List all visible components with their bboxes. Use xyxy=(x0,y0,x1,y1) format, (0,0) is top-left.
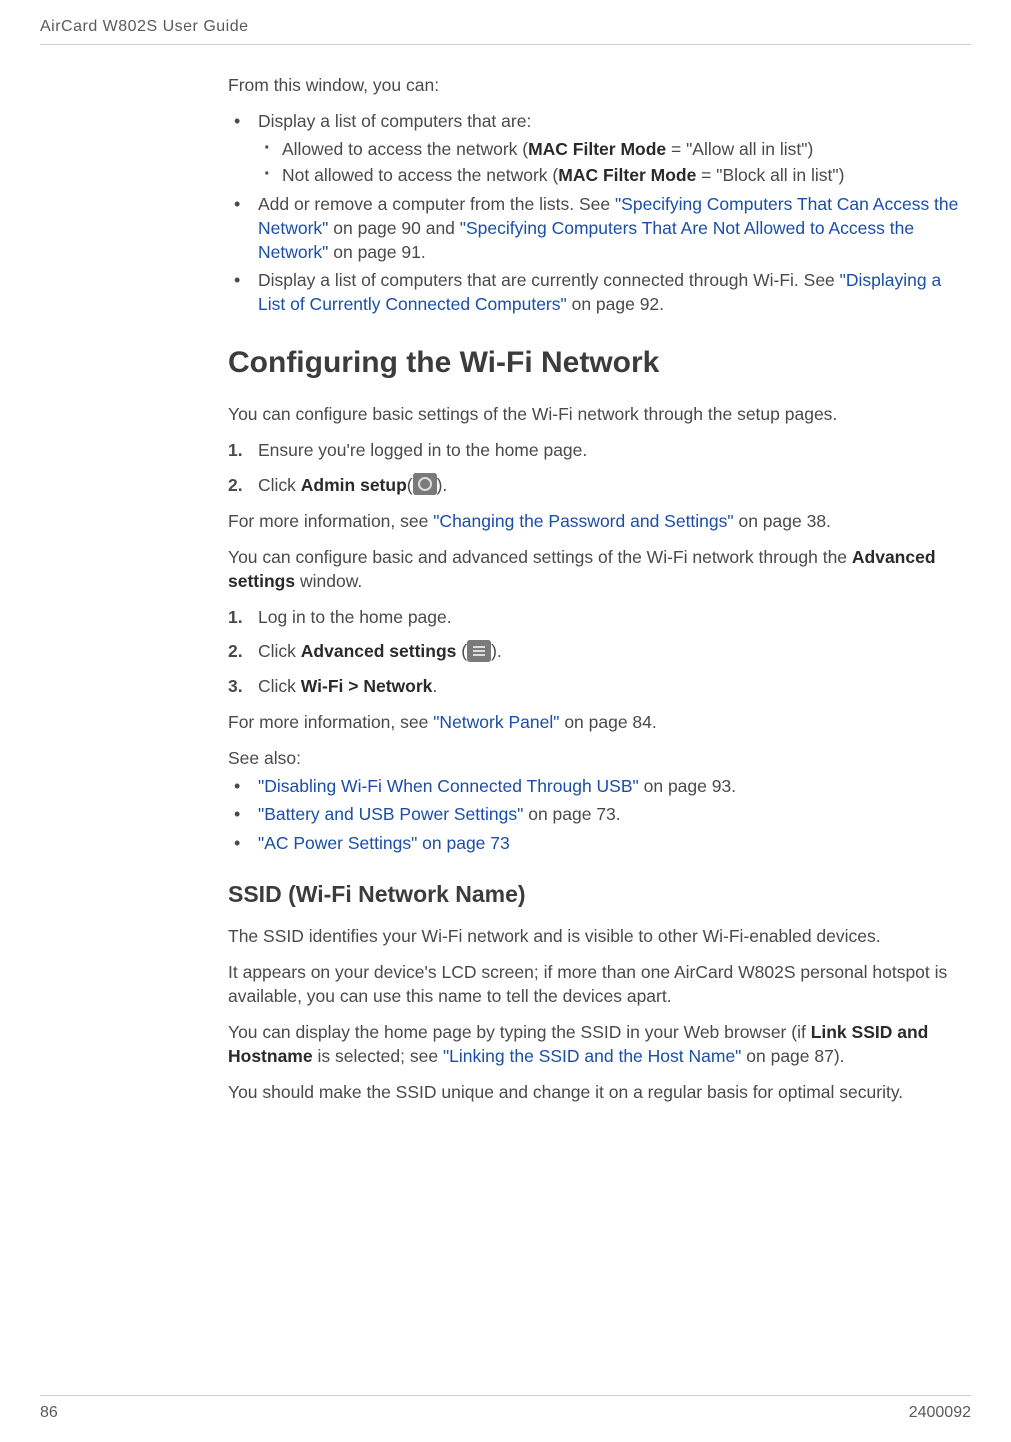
footer-divider xyxy=(40,1395,971,1396)
ssid-p2: It appears on your device's LCD screen; … xyxy=(228,960,971,1008)
heading-ssid: SSID (Wi-Fi Network Name) xyxy=(228,881,971,908)
label-advanced-settings: Advanced settings xyxy=(301,641,457,661)
intro-lead: From this window, you can: xyxy=(228,73,971,97)
admin-setup-icon xyxy=(413,473,437,495)
advanced-settings-icon xyxy=(467,640,491,662)
link-network-panel[interactable]: "Network Panel" xyxy=(433,712,559,732)
label-admin-setup: Admin setup xyxy=(301,475,407,495)
label-mac-filter-mode: MAC Filter Mode xyxy=(528,139,666,159)
link-ac-power-settings[interactable]: "AC Power Settings" on page 73 xyxy=(258,833,510,853)
step-login-home: Ensure you're logged in to the home page… xyxy=(228,438,971,462)
see-also-list: "Disabling Wi-Fi When Connected Through … xyxy=(228,774,971,854)
sub-bullets: Allowed to access the network (MAC Filte… xyxy=(258,137,971,187)
step-click-wifi-network: Click Wi-Fi > Network. xyxy=(228,674,971,698)
step-click-admin-setup: Click Admin setup(). xyxy=(228,473,971,497)
step-login-home-2: Log in to the home page. xyxy=(228,605,971,629)
see-also-battery-usb: "Battery and USB Power Settings" on page… xyxy=(228,802,971,826)
steps-set1: Ensure you're logged in to the home page… xyxy=(228,438,971,497)
page-header: AirCard W802S User Guide xyxy=(0,0,1011,44)
see-also-label: See also: xyxy=(228,746,971,770)
see-also-disable-wifi: "Disabling Wi-Fi When Connected Through … xyxy=(228,774,971,798)
config-p1: You can configure basic settings of the … xyxy=(228,402,971,426)
doc-number: 2400092 xyxy=(909,1404,971,1422)
ssid-p4: You should make the SSID unique and chan… xyxy=(228,1080,971,1104)
bullet-currently-connected: Display a list of computers that are cur… xyxy=(228,268,971,316)
link-battery-usb-power[interactable]: "Battery and USB Power Settings" xyxy=(258,804,523,824)
header-divider xyxy=(40,44,971,45)
ssid-p3: You can display the home page by typing … xyxy=(228,1020,971,1068)
intro-bullets: Display a list of computers that are: Al… xyxy=(228,109,971,316)
page-footer: 86 2400092 xyxy=(40,1395,971,1422)
config-more-info-1: For more information, see "Changing the … xyxy=(228,509,971,533)
page-number: 86 xyxy=(40,1404,58,1422)
link-linking-ssid-hostname[interactable]: "Linking the SSID and the Host Name" xyxy=(443,1046,741,1066)
bullet-text: Display a list of computers that are: xyxy=(258,111,531,131)
bullet-display-list: Display a list of computers that are: Al… xyxy=(228,109,971,187)
doc-title: AirCard W802S User Guide xyxy=(40,18,249,35)
step-click-advanced: Click Advanced settings (). xyxy=(228,639,971,663)
link-disable-wifi-usb[interactable]: "Disabling Wi-Fi When Connected Through … xyxy=(258,776,639,796)
config-more-info-2: For more information, see "Network Panel… xyxy=(228,710,971,734)
link-changing-password[interactable]: "Changing the Password and Settings" xyxy=(433,511,733,531)
see-also-ac-power: "AC Power Settings" on page 73 xyxy=(228,831,971,855)
config-p3: You can configure basic and advanced set… xyxy=(228,545,971,593)
label-wifi-network: Wi-Fi > Network xyxy=(301,676,433,696)
sub-allowed: Allowed to access the network (MAC Filte… xyxy=(258,137,971,161)
sub-not-allowed: Not allowed to access the network (MAC F… xyxy=(258,163,971,187)
steps-set2: Log in to the home page. Click Advanced … xyxy=(228,605,971,698)
page-content: From this window, you can: Display a lis… xyxy=(228,73,971,1105)
ssid-p1: The SSID identifies your Wi-Fi network a… xyxy=(228,924,971,948)
bullet-add-remove: Add or remove a computer from the lists.… xyxy=(228,192,971,264)
heading-configuring-wifi: Configuring the Wi-Fi Network xyxy=(228,346,971,380)
label-mac-filter-mode: MAC Filter Mode xyxy=(558,165,696,185)
